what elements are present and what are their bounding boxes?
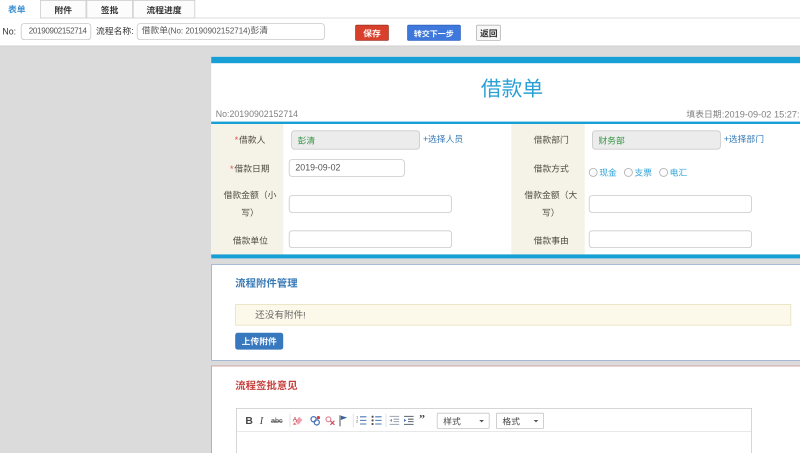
svg-text:2: 2 xyxy=(356,418,359,423)
svg-text:A: A xyxy=(293,417,298,424)
